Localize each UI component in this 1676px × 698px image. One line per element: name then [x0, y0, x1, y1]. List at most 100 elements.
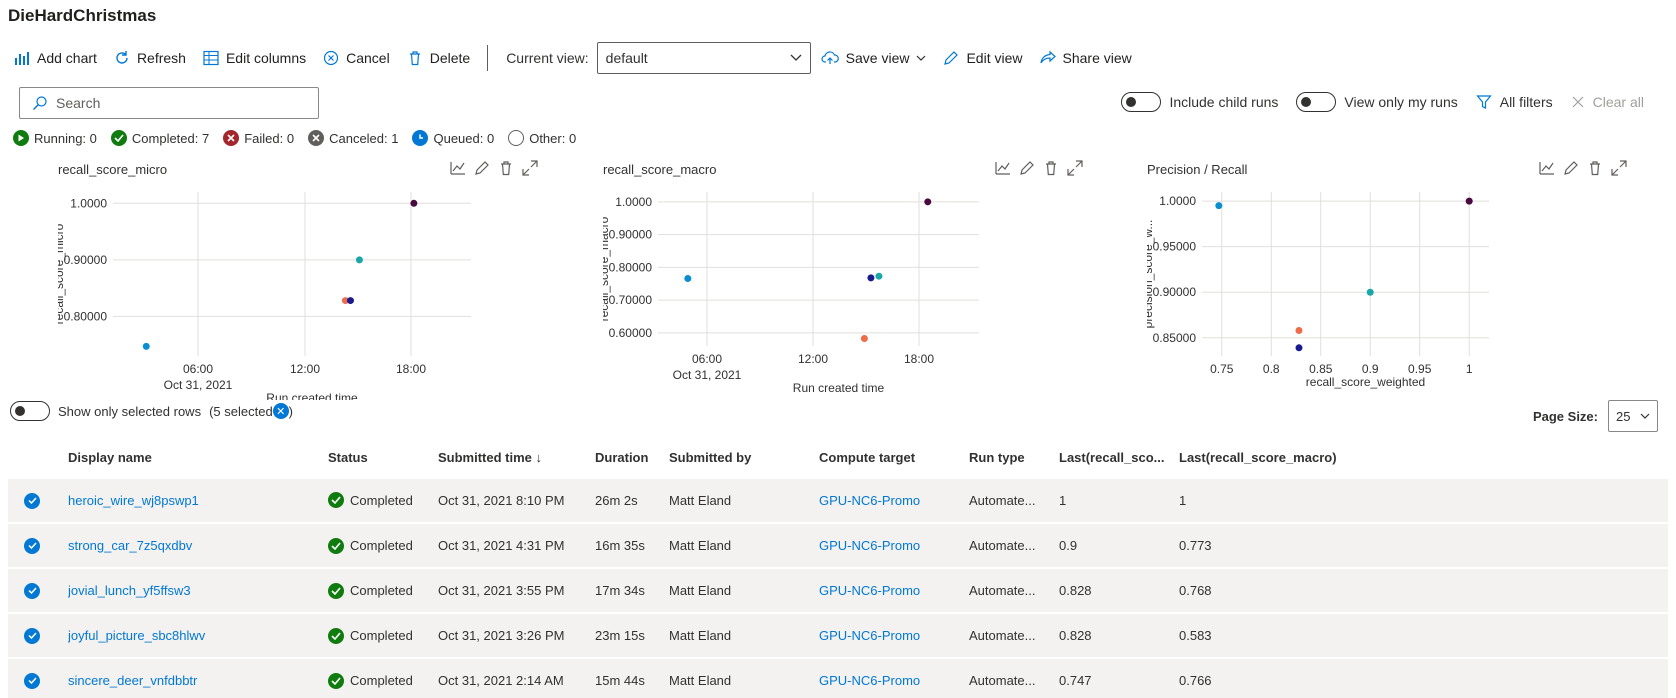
- compute-target-link[interactable]: GPU-NC6-Promo: [819, 628, 920, 643]
- scatter-point[interactable]: [142, 342, 150, 350]
- edit-view-button[interactable]: Edit view: [943, 50, 1023, 66]
- y-axis-label: recall_score_macro: [603, 216, 611, 321]
- y-tick-label: 0.90000: [1153, 285, 1197, 299]
- view-only-my-runs-toggle[interactable]: View only my runs: [1296, 92, 1458, 112]
- row-checkbox[interactable]: [24, 582, 40, 599]
- table-row[interactable]: sincere_deer_vnfdbbtr Completed Oct 31, …: [8, 657, 1668, 698]
- run-name-link[interactable]: jovial_lunch_yf5ffsw3: [68, 583, 191, 598]
- last-recall-score-macro-cell: 1: [1179, 477, 1668, 523]
- row-checkbox[interactable]: [24, 537, 40, 554]
- current-view-value: default: [605, 50, 648, 66]
- run-name-link[interactable]: sincere_deer_vnfdbbtr: [68, 673, 197, 688]
- scatter-point[interactable]: [924, 198, 932, 206]
- scatter-point[interactable]: [875, 272, 883, 280]
- status-other[interactable]: Other: 0: [508, 130, 576, 146]
- selection-bar: Show only selected rows (5 selected ✕ ): [10, 401, 293, 421]
- clear-all-button[interactable]: Clear all: [1571, 94, 1644, 110]
- status-canceled-label: Canceled: 1: [329, 130, 399, 146]
- current-view-dropdown[interactable]: default: [596, 42, 811, 74]
- column-header-last-recall-score-macro[interactable]: Last(recall_score_macro): [1179, 438, 1668, 478]
- scatter-point[interactable]: [410, 199, 418, 207]
- column-header-display-name[interactable]: Display name: [68, 438, 328, 478]
- status-completed[interactable]: Completed: 7: [110, 130, 209, 146]
- add-chart-button[interactable]: Add chart: [14, 50, 97, 66]
- share-view-button[interactable]: Share view: [1039, 50, 1132, 66]
- clear-selection-icon[interactable]: ✕: [272, 403, 289, 419]
- scatter-point[interactable]: [684, 275, 692, 283]
- column-header-last-recall-score[interactable]: Last(recall_sco...: [1059, 438, 1179, 478]
- scatter-point[interactable]: [1366, 288, 1374, 296]
- compute-target-link[interactable]: GPU-NC6-Promo: [819, 538, 920, 553]
- y-tick-label: 0.80000: [64, 309, 108, 323]
- runs-table: Display name Status Submitted time ↓ Dur…: [8, 438, 1668, 698]
- table-row[interactable]: jovial_lunch_yf5ffsw3 Completed Oct 31, …: [8, 567, 1668, 613]
- delete-label: Delete: [429, 50, 471, 66]
- status-queued[interactable]: Queued: 0: [412, 130, 494, 146]
- duration-cell: 23m 15s: [595, 612, 669, 658]
- x-axis-label: Run created time: [793, 381, 885, 395]
- page-size-control: Page Size: 25: [1533, 400, 1658, 432]
- check-icon: [328, 627, 344, 644]
- scatter-point[interactable]: [1295, 344, 1303, 352]
- run-name-link[interactable]: joyful_picture_sbc8hlwv: [68, 628, 205, 643]
- run-name-link[interactable]: strong_car_7z5qxdbv: [68, 538, 192, 553]
- select-all-cell[interactable]: [8, 438, 68, 478]
- scatter-point[interactable]: [1465, 197, 1473, 205]
- column-header-submitted-time[interactable]: Submitted time ↓: [438, 438, 595, 478]
- column-header-duration[interactable]: Duration: [595, 438, 669, 478]
- command-toolbar: Add chart Refresh Edit columns Cancel De…: [14, 42, 1149, 74]
- compute-target-link[interactable]: GPU-NC6-Promo: [819, 673, 920, 688]
- circle-icon: [508, 130, 525, 146]
- scatter-point[interactable]: [355, 256, 363, 264]
- scatter-point[interactable]: [1215, 202, 1223, 210]
- cancel-button[interactable]: Cancel: [323, 50, 390, 66]
- show-selected-label: Show only selected rows: [58, 403, 202, 419]
- row-checkbox[interactable]: [24, 492, 40, 509]
- submitted-time-cell: Oct 31, 2021 3:26 PM: [438, 612, 595, 658]
- status-running[interactable]: Running: 0: [13, 130, 97, 146]
- save-view-button[interactable]: Save view: [821, 50, 927, 66]
- y-tick-label: 0.70000: [609, 293, 653, 307]
- chart-plot: 1.0000 0.90000 0.80000 06:00 12:00 18:00 Oct 3…: [58, 192, 471, 400]
- toggle-switch[interactable]: [1121, 92, 1162, 112]
- include-child-runs-toggle[interactable]: Include child runs: [1121, 92, 1278, 112]
- duration-cell: 17m 34s: [595, 567, 669, 613]
- scatter-point[interactable]: [1295, 326, 1303, 334]
- clock-icon: [412, 130, 429, 146]
- column-header-submitted-by[interactable]: Submitted by: [669, 438, 819, 478]
- toggle-switch[interactable]: [1296, 92, 1337, 112]
- table-row[interactable]: heroic_wire_wj8pswp1 Completed Oct 31, 2…: [8, 477, 1668, 523]
- table-row[interactable]: strong_car_7z5qxdbv Completed Oct 31, 20…: [8, 522, 1668, 568]
- compute-target-link[interactable]: GPU-NC6-Promo: [819, 583, 920, 598]
- scatter-point[interactable]: [860, 334, 868, 342]
- row-checkbox[interactable]: [24, 627, 40, 644]
- submitted-by-cell: Matt Eland: [669, 612, 819, 658]
- page-size-dropdown[interactable]: 25: [1608, 400, 1658, 432]
- duration-cell: 16m 35s: [595, 522, 669, 568]
- compute-target-link[interactable]: GPU-NC6-Promo: [819, 493, 920, 508]
- status-failed[interactable]: Failed: 0: [223, 130, 294, 146]
- column-header-compute-target[interactable]: Compute target: [819, 438, 969, 478]
- x-tick-label: 06:00: [692, 352, 722, 366]
- x-tick-label: 06:00: [183, 362, 213, 376]
- column-header-status[interactable]: Status: [328, 438, 438, 478]
- share-view-label: Share view: [1062, 50, 1132, 66]
- refresh-button[interactable]: Refresh: [114, 50, 186, 66]
- row-checkbox[interactable]: [24, 672, 40, 689]
- delete-button[interactable]: Delete: [407, 50, 470, 66]
- status-cell: Completed: [328, 582, 438, 599]
- x-date-label: Oct 31, 2021: [164, 378, 233, 392]
- show-selected-toggle[interactable]: [10, 401, 50, 421]
- search-icon: [33, 96, 47, 110]
- scatter-point[interactable]: [346, 297, 354, 305]
- column-header-run-type[interactable]: Run type: [969, 438, 1059, 478]
- run-name-link[interactable]: heroic_wire_wj8pswp1: [68, 493, 199, 508]
- search-box[interactable]: Search: [19, 87, 319, 119]
- status-text: Completed: [350, 538, 413, 553]
- all-filters-button[interactable]: All filters: [1475, 94, 1553, 110]
- status-canceled[interactable]: Canceled: 1: [308, 130, 398, 146]
- edit-columns-button[interactable]: Edit columns: [203, 50, 306, 66]
- table-row[interactable]: joyful_picture_sbc8hlwv Completed Oct 31…: [8, 612, 1668, 658]
- scatter-point[interactable]: [867, 274, 875, 282]
- x-tick-label: 0.9: [1362, 362, 1379, 376]
